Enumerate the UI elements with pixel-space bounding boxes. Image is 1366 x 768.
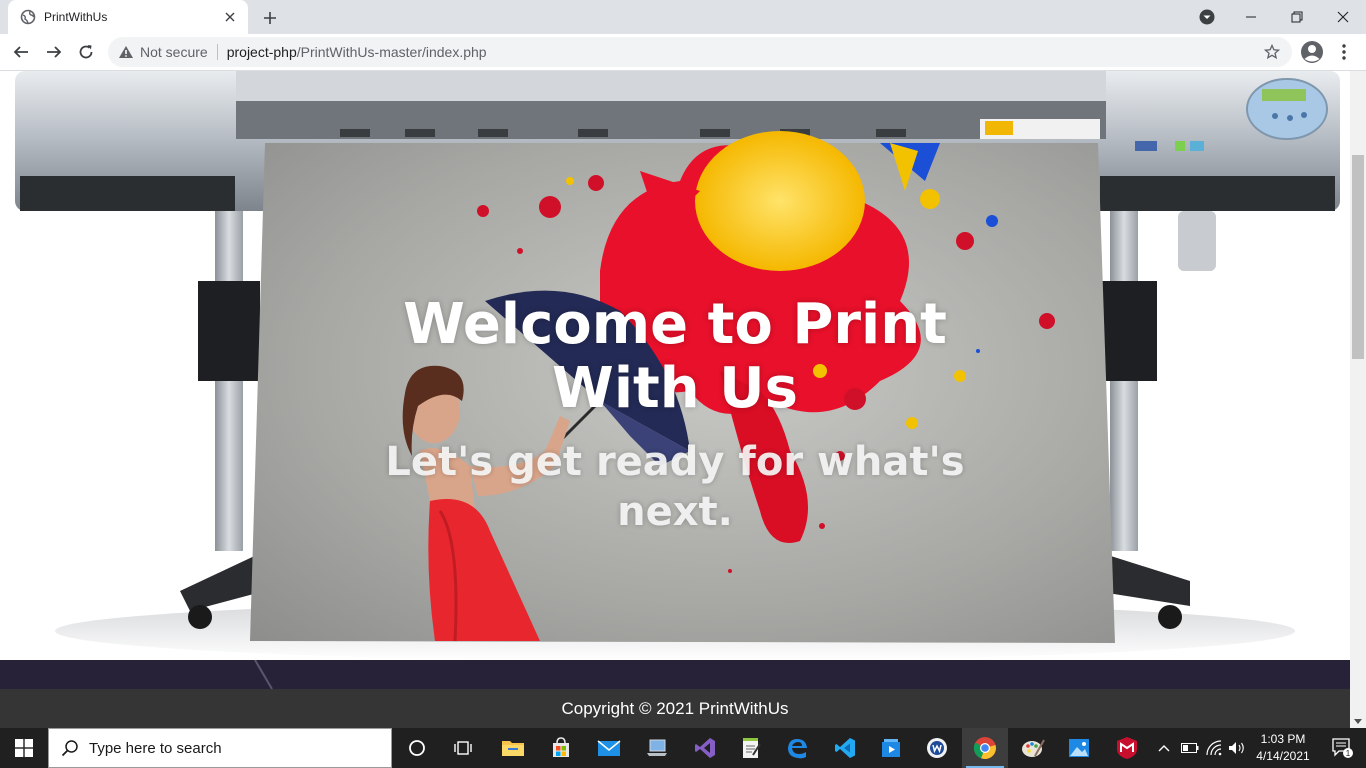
- hero-title: Welcome to Print With Us: [403, 292, 947, 421]
- hero-banner: Welcome to Print With Us Let's get ready…: [0, 71, 1350, 660]
- address-bar[interactable]: Not secure project-php/PrintWithUs-maste…: [108, 37, 1292, 67]
- back-button[interactable]: [7, 38, 35, 66]
- tab-title: PrintWithUs: [44, 10, 108, 24]
- notification-icon: 1: [1332, 738, 1353, 758]
- mail-icon: [597, 740, 621, 756]
- photos-icon: [1069, 739, 1089, 757]
- battery-icon: [1181, 743, 1199, 753]
- show-hidden-icons-button[interactable]: [1152, 728, 1176, 768]
- arrow-left-icon: [13, 46, 28, 58]
- edge-button[interactable]: [774, 728, 820, 768]
- scrollbar-thumb[interactable]: [1352, 155, 1364, 359]
- clock-date: 4/14/2021: [1256, 749, 1310, 763]
- action-center-button[interactable]: 1: [1318, 728, 1366, 768]
- task-view-button[interactable]: [440, 728, 486, 768]
- video-icon: [882, 739, 900, 757]
- close-window-button[interactable]: [1320, 0, 1366, 34]
- account-icon: [1301, 41, 1323, 63]
- store-icon: [553, 737, 569, 757]
- minimize-icon: [1246, 16, 1256, 18]
- photos-button[interactable]: [1056, 728, 1102, 768]
- network-button[interactable]: [1202, 728, 1226, 768]
- search-icon: [61, 740, 78, 757]
- visual-studio-icon: [695, 738, 715, 758]
- search-placeholder: Type here to search: [89, 739, 222, 757]
- band-decoration: [254, 660, 273, 689]
- reload-button[interactable]: [72, 38, 100, 66]
- security-label[interactable]: Not secure: [140, 44, 208, 60]
- chrome-button[interactable]: [962, 728, 1008, 768]
- file-explorer-button[interactable]: [490, 728, 536, 768]
- bookmark-star-icon[interactable]: [1264, 44, 1280, 60]
- chevron-up-icon: [1158, 745, 1170, 752]
- notification-count: 1: [1346, 749, 1351, 758]
- page-viewport: Welcome to Print With Us Let's get ready…: [0, 71, 1350, 728]
- browser-toolbar: Not secure project-php/PrintWithUs-maste…: [0, 34, 1366, 71]
- globe-icon: [20, 9, 36, 25]
- clock-time: 1:03 PM: [1260, 732, 1306, 746]
- vscode-icon: [835, 738, 855, 758]
- chevron-down-icon: [1199, 9, 1215, 25]
- chrome-icon: [973, 737, 996, 760]
- visual-studio-button[interactable]: [682, 728, 728, 768]
- browser-tab[interactable]: PrintWithUs: [8, 0, 248, 34]
- hero-subtitle: Let's get ready for what's next.: [385, 439, 965, 535]
- profile-button[interactable]: [1298, 38, 1326, 66]
- paint-palette-icon: [1022, 739, 1045, 757]
- warning-icon: [119, 46, 133, 58]
- close-icon: [1337, 11, 1349, 23]
- scroll-down-arrow-icon[interactable]: [1354, 719, 1362, 724]
- task-view-icon: [454, 741, 472, 755]
- taskbar-search-box[interactable]: Type here to search: [48, 728, 392, 768]
- copyright-text: Copyright © 2021 PrintWithUs: [561, 698, 789, 718]
- minimize-button[interactable]: [1228, 0, 1274, 34]
- tab-search-button[interactable]: [1184, 0, 1230, 34]
- notepad-icon: [743, 738, 761, 758]
- dark-band: [0, 660, 1350, 689]
- this-pc-button[interactable]: [634, 728, 680, 768]
- folder-icon: [502, 741, 524, 756]
- new-tab-button[interactable]: [258, 6, 282, 30]
- cortana-icon: [409, 740, 425, 756]
- taskbar-clock[interactable]: 1:03 PM 4/14/2021: [1248, 731, 1318, 765]
- hero-text-block: Welcome to Print With Us Let's get ready…: [360, 293, 990, 537]
- wifi-icon: [1206, 740, 1222, 756]
- url-path: /PrintWithUs-master/index.php: [296, 44, 487, 60]
- cortana-button[interactable]: [394, 728, 440, 768]
- browser-tab-strip: PrintWithUs: [0, 0, 1366, 34]
- kebab-menu-icon: [1342, 44, 1346, 60]
- forward-button[interactable]: [40, 38, 68, 66]
- reload-icon: [79, 45, 93, 59]
- volume-button[interactable]: [1226, 728, 1248, 768]
- mcafee-shield-icon: [1117, 737, 1137, 759]
- windows-taskbar: Type here to search 1:03 PM 4/14/2021 1: [0, 728, 1366, 768]
- menu-button[interactable]: [1330, 38, 1358, 66]
- close-tab-icon[interactable]: [222, 9, 238, 25]
- speaker-icon: [1229, 742, 1244, 754]
- notepad-button[interactable]: [728, 728, 774, 768]
- edge-icon: [788, 739, 807, 759]
- arrow-right-icon: [47, 46, 62, 58]
- start-button[interactable]: [0, 728, 48, 768]
- battery-button[interactable]: [1178, 728, 1202, 768]
- restore-icon: [1291, 11, 1303, 23]
- restore-button[interactable]: [1274, 0, 1320, 34]
- vscode-button[interactable]: [822, 728, 868, 768]
- site-footer: Copyright © 2021 PrintWithUs: [0, 689, 1350, 728]
- microsoft-store-button[interactable]: [538, 728, 584, 768]
- windows-logo-icon: [15, 739, 33, 757]
- url-host: project-php: [226, 44, 297, 60]
- mail-button[interactable]: [586, 728, 632, 768]
- mcafee-button[interactable]: [1104, 728, 1150, 768]
- video-app-button[interactable]: [868, 728, 914, 768]
- laptop-icon: [647, 739, 667, 756]
- paint-button[interactable]: [1010, 728, 1056, 768]
- omnibox-divider: [216, 44, 218, 60]
- word-button[interactable]: [914, 728, 960, 768]
- word-icon: [927, 738, 947, 758]
- page-scrollbar[interactable]: [1350, 71, 1366, 728]
